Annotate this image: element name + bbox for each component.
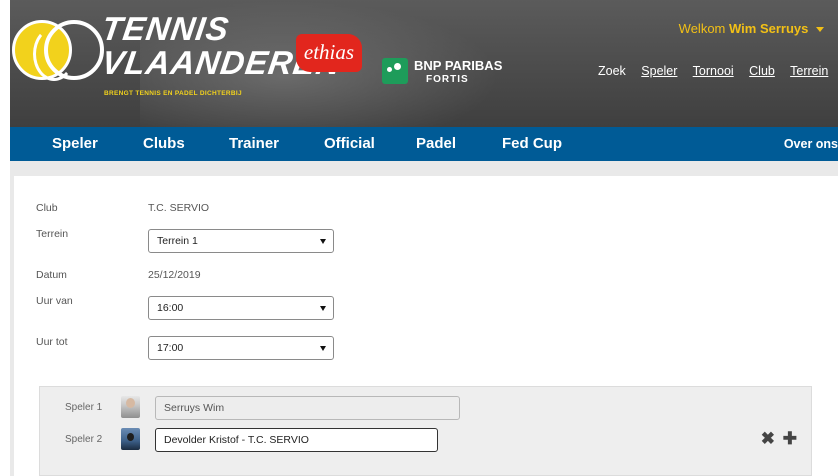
- players-panel: Speler 1 Serruys Wim Speler 2 Devolder K…: [39, 386, 812, 476]
- club-label: Club: [36, 202, 58, 214]
- top-nav: Zoek Speler Tornooi Club Terrein: [598, 64, 838, 78]
- add-player-icon[interactable]: ✚: [783, 429, 797, 448]
- nav-trainer[interactable]: Trainer: [229, 135, 279, 152]
- bnp-name: BNP PARIBAS: [414, 58, 503, 73]
- dropdown-arrow-icon: [320, 306, 326, 311]
- logo-tagline: BRENGT TENNIS EN PADEL DICHTERBIJ: [104, 90, 242, 97]
- bnp-sub: FORTIS: [426, 74, 469, 85]
- uur-van-label: Uur van: [36, 295, 73, 307]
- logo-line-1: TENNIS: [99, 10, 232, 47]
- reservation-form: Club T.C. SERVIO Terrein Terrein 1 Datum…: [14, 176, 838, 476]
- dropdown-arrow-icon: [320, 239, 326, 244]
- datum-value: 25/12/2019: [148, 269, 201, 281]
- uur-van-select[interactable]: 16:00: [148, 296, 334, 320]
- welcome-user: Wim Serruys: [729, 21, 809, 36]
- uur-tot-label: Uur tot: [36, 336, 68, 348]
- site-header: TENNIS VLAANDEREN BRENGT TENNIS EN PADEL…: [0, 0, 838, 127]
- uur-tot-select[interactable]: 17:00: [148, 336, 334, 360]
- dropdown-arrow-icon: [320, 346, 326, 351]
- club-value: T.C. SERVIO: [148, 202, 210, 214]
- uur-tot-selected: 17:00: [157, 342, 184, 354]
- topnav-speler[interactable]: Speler: [641, 64, 677, 78]
- caret-down-icon: [816, 27, 824, 33]
- nav-clubs[interactable]: Clubs: [143, 135, 185, 152]
- tennis-ball-outline-icon: [44, 20, 104, 80]
- nav-official[interactable]: Official: [324, 135, 375, 152]
- speler2-avatar: [121, 428, 140, 450]
- uur-van-selected: 16:00: [157, 302, 184, 314]
- topnav-club[interactable]: Club: [749, 64, 775, 78]
- speler1-field: Serruys Wim: [155, 396, 460, 420]
- speler1-avatar: [121, 396, 140, 418]
- speler2-label: Speler 2: [65, 434, 103, 445]
- speler1-label: Speler 1: [65, 402, 103, 413]
- terrein-label: Terrein: [36, 228, 69, 240]
- remove-player-icon[interactable]: ✖: [761, 429, 775, 448]
- nav-padel[interactable]: Padel: [416, 135, 456, 152]
- speler2-input[interactable]: Devolder Kristof - T.C. SERVIO: [155, 428, 438, 452]
- welcome-prefix: Welkom: [678, 21, 726, 36]
- topnav-tornooi[interactable]: Tornooi: [693, 64, 734, 78]
- nav-speler[interactable]: Speler: [52, 135, 98, 152]
- bnp-stars-icon: [382, 58, 408, 84]
- main-nav: Speler Clubs Trainer Official Padel Fed …: [0, 127, 838, 161]
- topnav-terrein[interactable]: Terrein: [790, 64, 828, 78]
- nav-over-ons[interactable]: Over ons: [784, 137, 838, 151]
- tennis-vlaanderen-logo[interactable]: TENNIS VLAANDEREN BRENGT TENNIS EN PADEL…: [12, 10, 344, 104]
- datum-label: Datum: [36, 269, 67, 281]
- terrein-selected: Terrein 1: [157, 235, 198, 247]
- terrein-select[interactable]: Terrein 1: [148, 229, 334, 253]
- nav-fed-cup[interactable]: Fed Cup: [502, 135, 562, 152]
- player-actions: ✖ ✚: [758, 429, 797, 449]
- ethias-logo[interactable]: ethias: [296, 34, 362, 72]
- topnav-search[interactable]: Zoek: [598, 64, 626, 78]
- user-menu[interactable]: Welkom Wim Serruys: [679, 21, 824, 36]
